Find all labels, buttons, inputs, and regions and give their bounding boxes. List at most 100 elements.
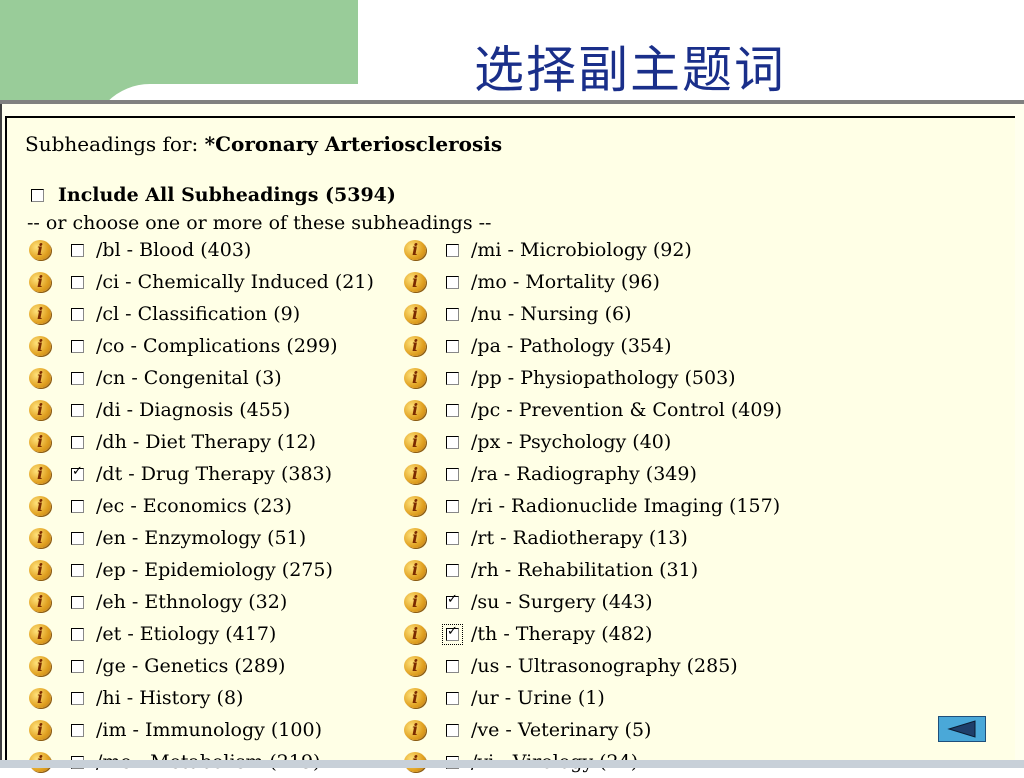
info-icon[interactable]: i: [29, 336, 51, 356]
info-icon[interactable]: i: [404, 528, 426, 548]
subheading-row[interactable]: i/ra - Radiography (349): [404, 458, 782, 490]
info-icon[interactable]: i: [29, 432, 51, 452]
info-icon[interactable]: i: [29, 592, 51, 612]
subheading-checkbox[interactable]: [446, 275, 459, 289]
subheading-checkbox[interactable]: [71, 531, 84, 545]
subheading-checkbox[interactable]: [446, 499, 459, 513]
subheading-checkbox[interactable]: [71, 403, 84, 417]
subheading-row[interactable]: i/mo - Mortality (96): [404, 266, 782, 298]
subheading-row[interactable]: i/ec - Economics (23): [29, 490, 374, 522]
include-all-checkbox[interactable]: [31, 188, 44, 202]
info-icon[interactable]: i: [29, 400, 51, 420]
subheading-checkbox[interactable]: [442, 623, 463, 645]
subheading-checkbox[interactable]: [446, 563, 459, 577]
info-icon[interactable]: i: [404, 304, 426, 324]
subheading-checkbox[interactable]: [71, 499, 84, 513]
subheading-checkbox[interactable]: [71, 563, 84, 577]
subheading-row[interactable]: i/su - Surgery (443): [404, 586, 782, 618]
subheading-checkbox[interactable]: [71, 659, 84, 673]
subheading-checkbox[interactable]: [71, 691, 84, 705]
subheading-row[interactable]: i/bl - Blood (403): [29, 234, 374, 266]
subheading-row[interactable]: i/px - Psychology (40): [404, 426, 782, 458]
subheading-row[interactable]: i/nu - Nursing (6): [404, 298, 782, 330]
subheading-row[interactable]: i/hi - History (8): [29, 682, 374, 714]
subheading-checkbox[interactable]: [446, 403, 459, 417]
subheading-row[interactable]: i/di - Diagnosis (455): [29, 394, 374, 426]
back-button[interactable]: [938, 716, 986, 742]
subheading-checkbox[interactable]: [71, 275, 84, 289]
subheading-row[interactable]: i/ri - Radionuclide Imaging (157): [404, 490, 782, 522]
subheading-checkbox[interactable]: [446, 435, 459, 449]
info-icon[interactable]: i: [29, 624, 51, 644]
subheading-row[interactable]: i/pc - Prevention & Control (409): [404, 394, 782, 426]
subheading-checkbox[interactable]: [446, 723, 459, 737]
subheading-row[interactable]: i/rt - Radiotherapy (13): [404, 522, 782, 554]
subheading-checkbox[interactable]: [446, 592, 459, 609]
info-icon[interactable]: i: [29, 528, 51, 548]
info-icon[interactable]: i: [29, 688, 51, 708]
subheading-checkbox[interactable]: [446, 691, 459, 705]
subheading-checkbox[interactable]: [71, 307, 84, 321]
info-icon[interactable]: i: [404, 432, 426, 452]
subheading-row[interactable]: i/rh - Rehabilitation (31): [404, 554, 782, 586]
info-icon[interactable]: i: [29, 656, 51, 676]
info-icon[interactable]: i: [404, 592, 426, 612]
subheading-checkbox[interactable]: [71, 464, 84, 481]
info-icon[interactable]: i: [29, 240, 51, 260]
info-icon[interactable]: i: [29, 464, 51, 484]
subheading-row[interactable]: i/ur - Urine (1): [404, 682, 782, 714]
subheading-row[interactable]: i/th - Therapy (482): [404, 618, 782, 650]
subheading-row[interactable]: i/cl - Classification (9): [29, 298, 374, 330]
subheading-row[interactable]: i/ep - Epidemiology (275): [29, 554, 374, 586]
info-icon[interactable]: i: [404, 336, 426, 356]
subheading-checkbox[interactable]: [71, 595, 84, 609]
subheading-row[interactable]: i/cn - Congenital (3): [29, 362, 374, 394]
info-icon[interactable]: i: [404, 496, 426, 516]
subheading-row[interactable]: i/ge - Genetics (289): [29, 650, 374, 682]
subheading-row[interactable]: i/mi - Microbiology (92): [404, 234, 782, 266]
subheading-row[interactable]: i/pa - Pathology (354): [404, 330, 782, 362]
info-icon[interactable]: i: [404, 720, 426, 740]
subheading-checkbox[interactable]: [71, 435, 84, 449]
subheading-checkbox[interactable]: [71, 723, 84, 737]
info-icon[interactable]: i: [404, 688, 426, 708]
subheading-row[interactable]: i/dt - Drug Therapy (383): [29, 458, 374, 490]
subheading-row[interactable]: i/ve - Veterinary (5): [404, 714, 782, 746]
subheading-checkbox[interactable]: [71, 371, 84, 385]
info-icon[interactable]: i: [404, 368, 426, 388]
subheading-checkbox[interactable]: [446, 243, 459, 257]
subheading-checkbox[interactable]: [446, 371, 459, 385]
subheading-row[interactable]: i/en - Enzymology (51): [29, 522, 374, 554]
subheading-row[interactable]: i/dh - Diet Therapy (12): [29, 426, 374, 458]
info-icon[interactable]: i: [29, 560, 51, 580]
info-icon[interactable]: i: [404, 400, 426, 420]
subheading-checkbox[interactable]: [446, 339, 459, 353]
info-icon[interactable]: i: [404, 560, 426, 580]
subheading-row[interactable]: i/eh - Ethnology (32): [29, 586, 374, 618]
subheading-checkbox[interactable]: [446, 659, 459, 673]
subheading-row[interactable]: i/ci - Chemically Induced (21): [29, 266, 374, 298]
subheading-checkbox[interactable]: [71, 627, 84, 641]
subheading-row[interactable]: i/et - Etiology (417): [29, 618, 374, 650]
info-icon[interactable]: i: [29, 304, 51, 324]
info-icon[interactable]: i: [404, 240, 426, 260]
subheading-checkbox[interactable]: [71, 339, 84, 353]
info-icon[interactable]: i: [29, 720, 51, 740]
subheading-row[interactable]: i/pp - Physiopathology (503): [404, 362, 782, 394]
info-icon[interactable]: i: [404, 272, 426, 292]
subheading-row[interactable]: i/co - Complications (299): [29, 330, 374, 362]
info-icon[interactable]: i: [29, 272, 51, 292]
info-icon[interactable]: i: [404, 656, 426, 676]
info-icon[interactable]: i: [404, 624, 426, 644]
subheading-checkbox[interactable]: [446, 467, 459, 481]
subheading-checkbox[interactable]: [446, 531, 459, 545]
info-icon[interactable]: i: [404, 464, 426, 484]
subheading-row[interactable]: i/im - Immunology (100): [29, 714, 374, 746]
subheading-checkbox[interactable]: [446, 307, 459, 321]
subheading-label: /ur - Urine (1): [471, 687, 605, 709]
subheading-checkbox[interactable]: [71, 243, 84, 257]
info-icon[interactable]: i: [29, 368, 51, 388]
include-all-row[interactable]: Include All Subheadings (5394): [31, 184, 396, 206]
subheading-row[interactable]: i/us - Ultrasonography (285): [404, 650, 782, 682]
info-icon[interactable]: i: [29, 496, 51, 516]
